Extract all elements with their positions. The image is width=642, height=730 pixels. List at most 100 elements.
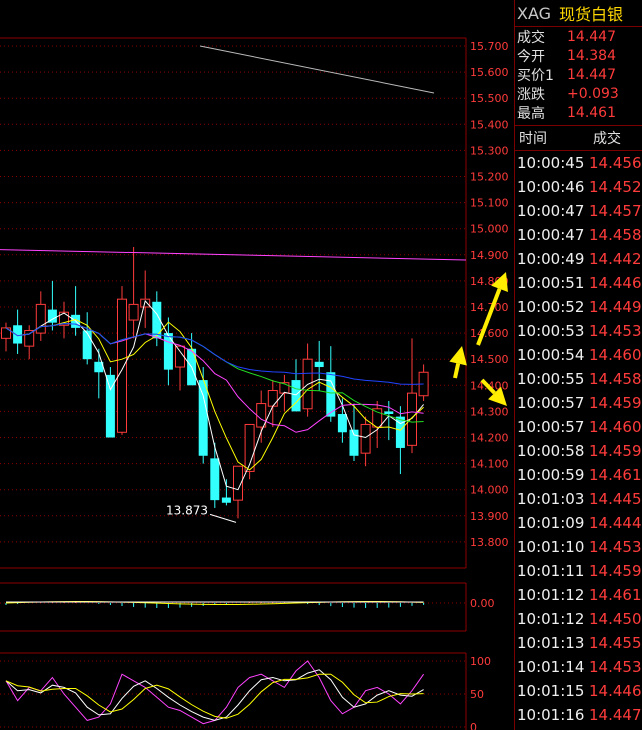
price-tick-label: 14.900 xyxy=(470,249,509,262)
tick-row[interactable]: 10:01:12 14.461 xyxy=(515,583,642,607)
kdj-d-line xyxy=(5,673,424,719)
ticks-header: 时间 成交 xyxy=(515,125,642,151)
ticks-time-header: 时间 xyxy=(519,131,547,147)
candle-body xyxy=(267,390,278,407)
price-tick-label: 14.500 xyxy=(470,353,509,366)
kdj-k-line xyxy=(5,669,424,721)
candle-body xyxy=(384,411,394,415)
tick-row[interactable]: 10:00:57 14.460 xyxy=(515,415,642,439)
tick-row[interactable]: 10:01:14 14.453 xyxy=(515,655,642,679)
price-tick-label: 15.000 xyxy=(470,223,509,236)
tick-row[interactable]: 10:00:47 14.457 xyxy=(515,199,642,223)
tick-list[interactable]: 10:00:45 14.456 10:00:46 14.452 10:00:47 14.4… xyxy=(515,151,642,727)
tick-price: 14.457 xyxy=(589,202,642,220)
price-tick-label: 13.800 xyxy=(470,536,509,549)
tick-time: 10:01:09 xyxy=(517,514,585,532)
tick-price: 14.459 xyxy=(589,442,642,460)
tick-price: 14.461 xyxy=(589,466,642,484)
price-tick-label: 14.200 xyxy=(470,432,509,445)
price-tick-label: 14.600 xyxy=(470,327,509,340)
quote-row: 买价1 14.447 xyxy=(515,65,642,84)
candle-body xyxy=(128,303,139,321)
annotation-arrow-shaft xyxy=(453,363,461,379)
price-tick-label: 13.900 xyxy=(470,510,509,523)
tick-time: 10:00:51 xyxy=(517,274,585,292)
tick-time: 10:01:12 xyxy=(517,610,585,628)
kline-chart-panel[interactable]: 15.700 15.600 15.500 15.400 15.300 15.200 15.1… xyxy=(0,0,514,730)
tick-time: 10:01:12 xyxy=(517,586,585,604)
tick-time: 10:00:53 xyxy=(517,322,585,340)
tick-row[interactable]: 10:00:49 14.442 xyxy=(515,247,642,271)
long-ma-line-upper xyxy=(199,45,435,94)
quote-value: 14.447 xyxy=(567,66,616,83)
tick-row[interactable]: 10:01:03 14.445 xyxy=(515,487,642,511)
quote-row: 成交 14.447 xyxy=(515,27,642,46)
annotation-arrow-head xyxy=(449,346,467,366)
tick-time: 10:00:47 xyxy=(517,226,585,244)
tick-time: 10:00:49 xyxy=(517,250,585,268)
quote-label: 买价1 xyxy=(517,67,554,84)
tick-price: 14.446 xyxy=(589,682,642,700)
tick-time: 10:01:13 xyxy=(517,634,585,652)
price-tick-label: 14.300 xyxy=(470,405,509,418)
tick-time: 10:01:15 xyxy=(517,682,585,700)
tick-row[interactable]: 10:00:51 14.446 xyxy=(515,271,642,295)
quote-panel: XAG 现货白银 成交 14.447 今开 14.384 买价1 14.447 涨跌 +0.0… xyxy=(514,0,642,730)
candle-body xyxy=(221,497,231,503)
price-tick-label: 15.200 xyxy=(470,171,509,184)
tick-time: 10:00:54 xyxy=(517,346,585,364)
tick-row[interactable]: 10:00:52 14.449 xyxy=(515,295,642,319)
price-tick-label: 15.500 xyxy=(470,92,509,105)
tick-row[interactable]: 10:01:10 14.453 xyxy=(515,535,642,559)
tick-row[interactable]: 10:00:54 14.460 xyxy=(515,343,642,367)
quote-value: 14.384 xyxy=(567,47,616,64)
kdj-tick-label: 100 xyxy=(470,655,491,668)
tick-row[interactable]: 10:00:53 14.453 xyxy=(515,319,642,343)
tick-time: 10:00:57 xyxy=(517,394,585,412)
tick-price: 14.449 xyxy=(589,298,642,316)
tick-row[interactable]: 10:00:59 14.461 xyxy=(515,463,642,487)
tick-price: 14.458 xyxy=(589,226,642,244)
quote-row: 最高 14.461 xyxy=(515,103,642,122)
tick-price: 14.458 xyxy=(589,370,642,388)
tick-row[interactable]: 10:01:15 14.446 xyxy=(515,679,642,703)
tick-time: 10:00:59 xyxy=(517,466,585,484)
tick-row[interactable]: 10:00:57 14.459 xyxy=(515,391,642,415)
tick-row[interactable]: 10:01:12 14.450 xyxy=(515,607,642,631)
tick-price: 14.445 xyxy=(589,490,642,508)
tick-price: 14.453 xyxy=(589,658,642,676)
tick-row[interactable]: 10:00:46 14.452 xyxy=(515,175,642,199)
tick-row[interactable]: 10:01:11 14.459 xyxy=(515,559,642,583)
price-tick-label: 15.700 xyxy=(470,40,509,53)
quote-label: 最高 xyxy=(517,105,545,122)
tick-row[interactable]: 10:01:09 14.444 xyxy=(515,511,642,535)
tick-price: 14.456 xyxy=(589,154,642,172)
price-tick-label: 15.400 xyxy=(470,118,509,131)
tick-row[interactable]: 10:01:16 14.447 xyxy=(515,703,642,727)
tick-time: 10:01:11 xyxy=(517,562,585,580)
ma-line xyxy=(5,323,424,433)
candle-body xyxy=(198,380,208,456)
tick-row[interactable]: 10:00:58 14.459 xyxy=(515,439,642,463)
quote-header: XAG 现货白银 xyxy=(515,0,642,27)
tick-time: 10:01:16 xyxy=(517,706,585,724)
tick-price: 14.460 xyxy=(589,346,642,364)
tick-price: 14.447 xyxy=(589,706,642,724)
candle-body xyxy=(82,330,92,360)
kline-chart[interactable]: 15.700 15.600 15.500 15.400 15.300 15.200 15.1… xyxy=(0,0,514,730)
tick-time: 10:00:58 xyxy=(517,442,585,460)
tick-row[interactable]: 10:00:55 14.458 xyxy=(515,367,642,391)
kdj-tick-label: 50 xyxy=(470,688,484,701)
tick-row[interactable]: 10:01:13 14.455 xyxy=(515,631,642,655)
tick-price: 14.455 xyxy=(589,634,642,652)
tick-time: 10:00:52 xyxy=(517,298,585,316)
tick-price: 14.461 xyxy=(589,586,642,604)
price-tick-label: 14.100 xyxy=(470,458,509,471)
quote-value: +0.093 xyxy=(567,85,619,102)
tick-price: 14.442 xyxy=(589,250,642,268)
tick-price: 14.452 xyxy=(589,178,642,196)
tick-row[interactable]: 10:00:45 14.456 xyxy=(515,151,642,175)
price-tick-label: 15.100 xyxy=(470,197,509,210)
tick-time: 10:01:03 xyxy=(517,490,585,508)
tick-row[interactable]: 10:00:47 14.458 xyxy=(515,223,642,247)
